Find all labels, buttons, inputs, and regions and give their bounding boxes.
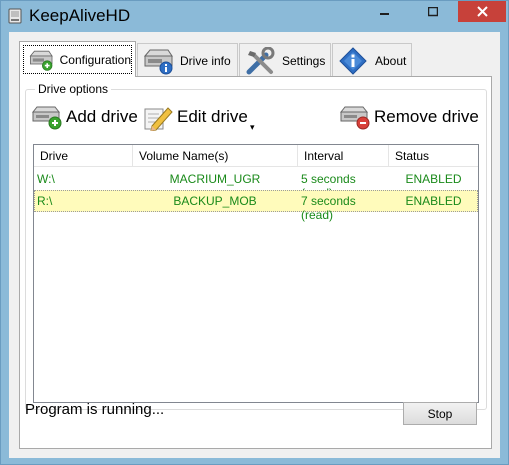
app-drive-icon	[8, 8, 22, 24]
remove-drive-button[interactable]: Remove drive	[339, 102, 479, 132]
tools-icon	[246, 46, 275, 74]
chevron-down-icon: ▾	[250, 121, 255, 132]
remove-drive-label: Remove drive	[374, 107, 479, 126]
close-icon	[476, 6, 488, 17]
drive-add-icon	[31, 106, 62, 130]
window-title: KeepAliveHD	[29, 6, 131, 25]
add-drive-button[interactable]: Add drive	[31, 102, 138, 132]
minimize-button[interactable]	[371, 1, 398, 22]
tab-about-label: About	[375, 53, 407, 68]
info-diamond-icon	[339, 46, 367, 75]
program-status-text: Program is running...	[25, 401, 165, 418]
cell-volume: MACRIUM_UGR	[169, 172, 261, 186]
cell-volume: BACKUP_MOB	[173, 194, 257, 208]
app-window: KeepAliveHD Configuration Drive info Set…	[0, 0, 509, 465]
group-label: Drive options	[35, 82, 112, 96]
minimize-icon	[379, 12, 389, 15]
cell-interval: 7 seconds (read)	[301, 194, 356, 222]
column-header-volume[interactable]: Volume Name(s)	[133, 145, 298, 167]
column-header-drive[interactable]: Drive	[34, 145, 133, 167]
stop-button[interactable]: Stop	[403, 402, 477, 425]
tab-settings-label: Settings	[282, 53, 326, 68]
pencil-edit-icon	[144, 107, 173, 131]
tab-about[interactable]: About	[332, 43, 412, 77]
table-row[interactable]: R:\ BACKUP_MOB 7 seconds (read) ENABLED	[34, 190, 478, 222]
tab-settings[interactable]: Settings	[239, 43, 331, 77]
edit-drive-label: Edit drive	[177, 107, 248, 126]
maximize-icon	[427, 6, 438, 16]
column-header-interval[interactable]: Interval	[298, 145, 389, 167]
cell-status: ENABLED	[405, 194, 462, 208]
table-row[interactable]: W:\ MACRIUM_UGR 5 seconds (read) ENABLED	[34, 168, 478, 200]
configuration-page: Drive options Add drive Edit drive ▾ Rem…	[19, 76, 492, 449]
tab-drive-info[interactable]: Drive info	[137, 43, 238, 77]
edit-drive-button[interactable]: Edit drive	[142, 102, 248, 132]
tab-configuration[interactable]: Configuration	[19, 41, 136, 77]
close-button[interactable]	[458, 1, 506, 22]
client-area: Configuration Drive info Settings About …	[9, 32, 500, 458]
column-header-status[interactable]: Status	[389, 145, 478, 167]
drive-list[interactable]: Drive Volume Name(s) Interval Status W:\…	[33, 144, 479, 403]
cell-interval: 5 seconds (read)	[301, 172, 356, 200]
tab-drive-info-label: Drive info	[180, 53, 231, 68]
drive-info-icon	[143, 49, 173, 74]
maximize-button[interactable]	[419, 1, 446, 22]
tab-configuration-label: Configuration	[59, 52, 131, 67]
title-bar[interactable]: KeepAliveHD	[1, 1, 508, 31]
edit-drive-dropdown[interactable]: ▾	[250, 112, 255, 142]
cell-drive: R:\	[37, 194, 53, 208]
add-drive-label: Add drive	[66, 107, 138, 126]
cell-drive: W:\	[37, 172, 55, 186]
cell-status: ENABLED	[405, 172, 462, 186]
drive-remove-icon	[339, 106, 370, 130]
drive-options-group: Drive options Add drive Edit drive ▾ Rem…	[25, 82, 487, 410]
list-header: Drive Volume Name(s) Interval Status	[34, 145, 478, 167]
drive-add-icon	[29, 50, 53, 71]
